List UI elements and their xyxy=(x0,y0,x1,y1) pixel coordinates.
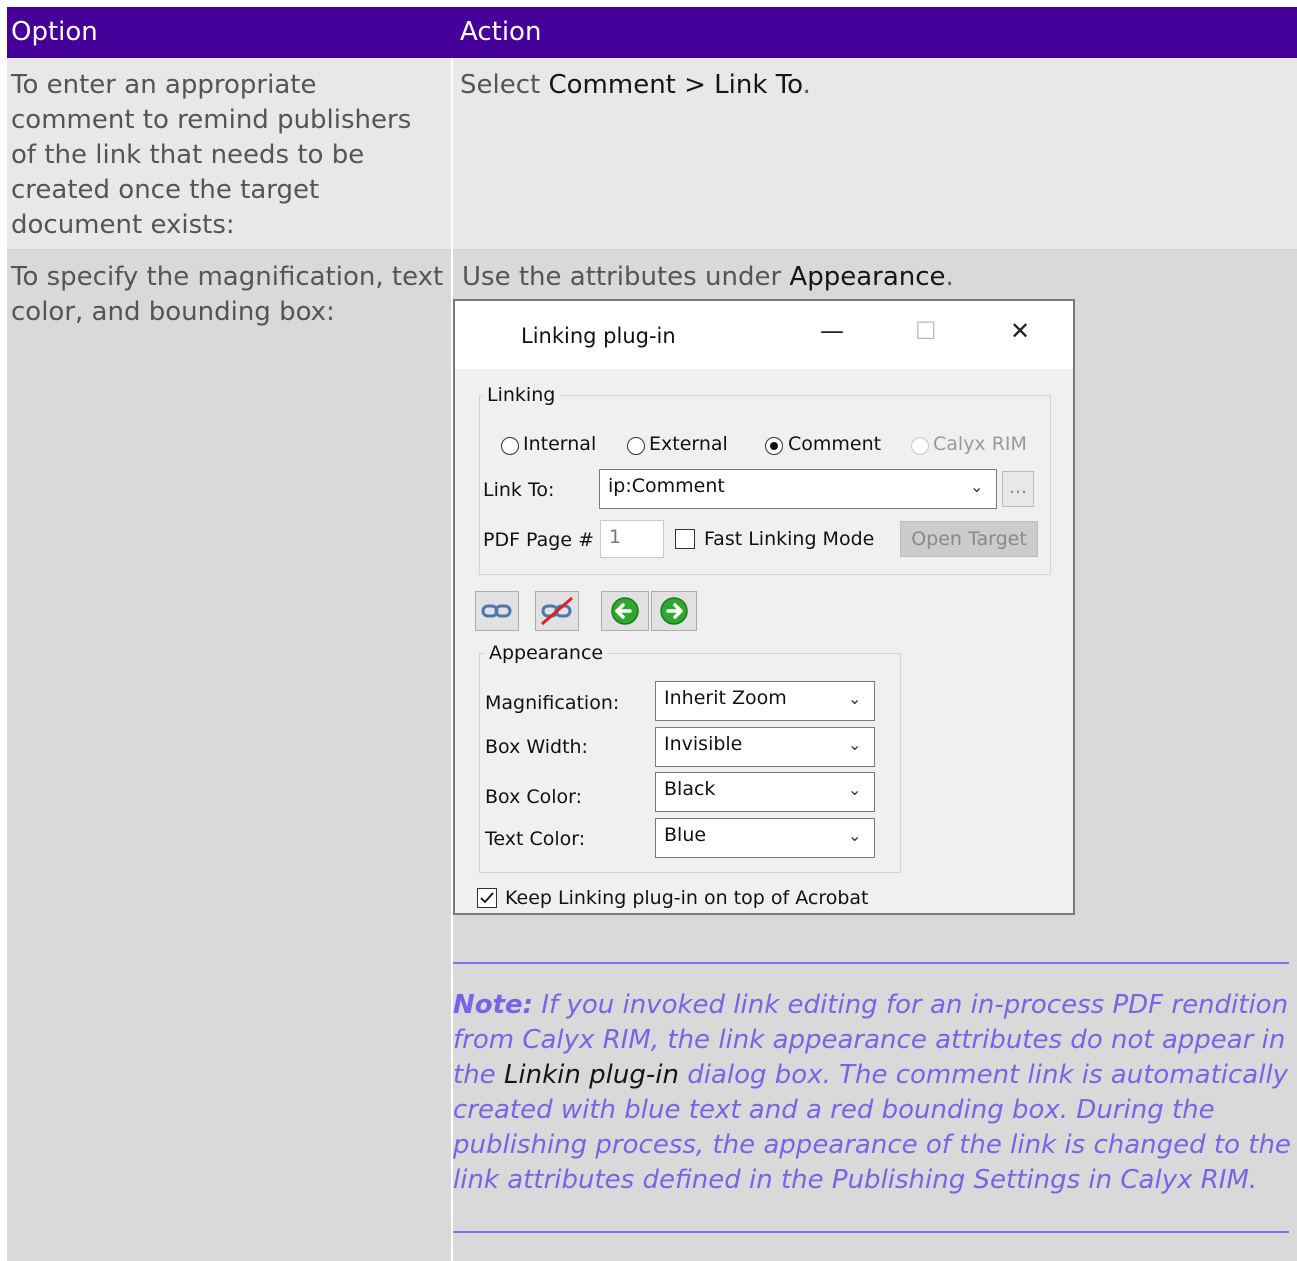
dialog-body: Linking Internal External Comment Calyx … xyxy=(455,369,1073,913)
chevron-down-icon: ⌄ xyxy=(848,780,862,799)
close-button[interactable]: ✕ xyxy=(1010,317,1030,345)
magnification-value: Inherit Zoom xyxy=(664,687,787,709)
magnification-select[interactable]: Inherit Zoom ⌄ xyxy=(655,681,875,721)
arrow-right-icon xyxy=(660,597,688,625)
box-width-select[interactable]: Invisible ⌄ xyxy=(655,727,875,767)
box-width-value: Invisible xyxy=(664,733,743,755)
ui-path: Comment > Link To xyxy=(548,70,803,100)
box-color-select[interactable]: Black ⌄ xyxy=(655,772,875,812)
minimize-button[interactable]: — xyxy=(820,317,844,345)
keep-on-top-label: Keep Linking plug-in on top of Acrobat xyxy=(505,887,869,909)
radio-calyx-rim xyxy=(911,437,929,455)
next-link-button[interactable] xyxy=(651,591,697,631)
maximize-button[interactable]: ☐ xyxy=(915,317,937,345)
magnification-label: Magnification: xyxy=(485,692,620,714)
action-cell: Select Comment > Link To. xyxy=(453,58,1297,251)
arrow-left-icon xyxy=(611,597,639,625)
option-text: To specify the magnification, text color… xyxy=(11,262,444,327)
radio-calyx-rim-label: Calyx RIM xyxy=(933,433,1027,455)
text-color-value: Blue xyxy=(664,824,707,846)
radio-internal[interactable] xyxy=(501,437,519,455)
table-header: Option Action xyxy=(7,7,1297,58)
action-text: Use the attributes under Appearance. xyxy=(462,262,954,292)
link-to-value: ip:Comment xyxy=(608,475,725,497)
note-ui-name: Linkin plug-in xyxy=(503,1060,679,1090)
option-text: To enter an appropriate comment to remin… xyxy=(11,70,412,240)
link-icon xyxy=(481,604,512,618)
dialog-title: Linking plug-in xyxy=(521,324,676,348)
option-cell: To enter an appropriate comment to remin… xyxy=(7,58,451,251)
linking-group-label: Linking xyxy=(483,384,560,406)
browse-button[interactable]: ... xyxy=(1002,471,1034,507)
open-target-button[interactable]: Open Target xyxy=(900,521,1038,557)
box-color-value: Black xyxy=(664,778,716,800)
create-link-button[interactable] xyxy=(475,591,519,631)
fast-linking-label: Fast Linking Mode xyxy=(704,528,875,550)
radio-internal-label: Internal xyxy=(523,433,597,455)
box-width-label: Box Width: xyxy=(485,736,588,758)
note-top-rule xyxy=(453,962,1289,964)
pdf-page-value: 1 xyxy=(609,526,622,548)
link-to-label: Link To: xyxy=(483,479,555,501)
header-option: Option xyxy=(11,17,98,47)
radio-comment[interactable] xyxy=(765,437,783,455)
action-text: Select Comment > Link To. xyxy=(460,70,811,100)
linking-plugin-dialog: Linking plug-in — ☐ ✕ Linking Internal E… xyxy=(453,299,1075,915)
radio-external-label: External xyxy=(649,433,728,455)
pdf-page-label: PDF Page # xyxy=(483,529,595,551)
pdf-page-input[interactable]: 1 xyxy=(600,520,664,558)
previous-link-button[interactable] xyxy=(601,591,649,631)
link-to-combo[interactable]: ip:Comment ⌄ xyxy=(599,469,997,509)
checkmark-icon xyxy=(480,892,494,904)
note-label: Note: xyxy=(453,990,534,1020)
keep-on-top-checkbox[interactable] xyxy=(477,888,497,908)
header-action: Action xyxy=(460,17,542,47)
fast-linking-checkbox[interactable] xyxy=(675,529,695,549)
ui-appearance: Appearance xyxy=(789,262,946,292)
table-row: To enter an appropriate comment to remin… xyxy=(7,58,1297,251)
appearance-group-label: Appearance xyxy=(485,642,608,664)
text-color-select[interactable]: Blue ⌄ xyxy=(655,818,875,858)
box-color-label: Box Color: xyxy=(485,786,583,808)
unlink-icon xyxy=(541,596,573,626)
chevron-down-icon: ⌄ xyxy=(848,826,862,845)
chevron-down-icon: ⌄ xyxy=(848,689,862,708)
chevron-down-icon: ⌄ xyxy=(848,735,862,754)
radio-external[interactable] xyxy=(627,437,645,455)
radio-comment-label: Comment xyxy=(788,433,882,455)
note-bottom-rule xyxy=(453,1231,1289,1233)
chevron-down-icon: ⌄ xyxy=(970,477,984,496)
option-cell: To specify the magnification, text color… xyxy=(7,251,451,1261)
text-color-label: Text Color: xyxy=(485,828,586,850)
radio-selected-dot xyxy=(769,441,778,450)
note-block: Note: If you invoked link editing for an… xyxy=(453,988,1293,1198)
delete-link-button[interactable] xyxy=(535,591,579,631)
